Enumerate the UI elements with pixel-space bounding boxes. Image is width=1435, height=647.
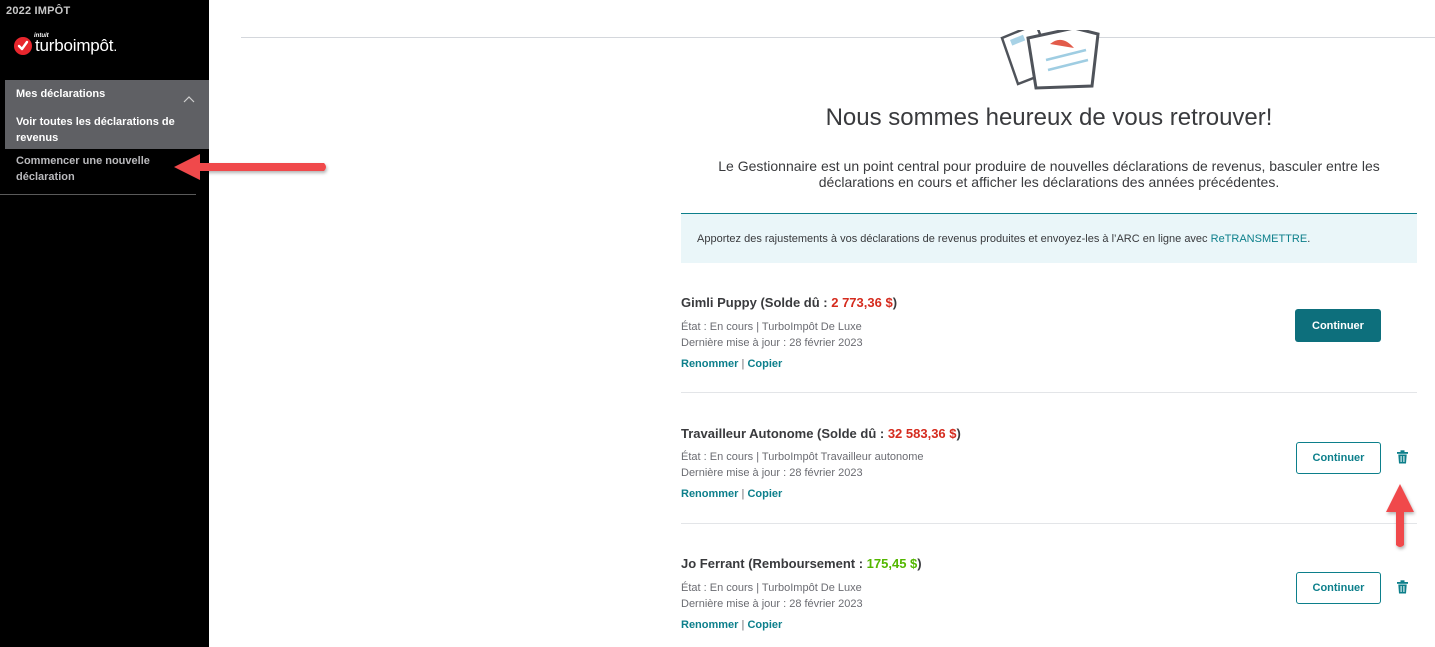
arrow-left-annotation (170, 152, 330, 191)
return-actions: Renommer | Copier (681, 488, 782, 500)
sidebar: 2022 IMPÔT intuit turboimpôt. Mes déclar… (0, 0, 209, 647)
return-balance-suffix: ) (917, 556, 922, 571)
intro-paragraph: Le Gestionnaire est un point central pou… (718, 158, 1380, 190)
trash-icon[interactable] (1396, 450, 1409, 469)
return-actions: Renommer | Copier (681, 358, 782, 370)
continue-button[interactable]: Continuer (1296, 572, 1381, 604)
return-balance-prefix: (Remboursement : (744, 556, 867, 571)
sidebar-item-commencer[interactable]: Commencer une nouvelle déclaration (16, 153, 166, 185)
retransmettre-banner: Apportez des rajustements à vos déclarat… (681, 213, 1417, 263)
continue-button[interactable]: Continuer (1296, 442, 1381, 474)
link-separator: | (741, 488, 745, 500)
arrow-up-annotation (1383, 482, 1417, 557)
link-separator: | (741, 358, 745, 370)
intuit-wordmark: intuit (34, 33, 49, 39)
copy-link[interactable]: Copier (747, 619, 782, 631)
nav-section-title[interactable]: Mes déclarations (16, 88, 105, 100)
brand-dot: . (113, 38, 118, 54)
sidebar-item-voir-toutes[interactable]: Voir toutes les déclarations de revenus (16, 114, 191, 146)
return-updated: Dernière mise à jour : 28 février 2023 (681, 337, 863, 349)
chevron-up-icon[interactable] (183, 90, 195, 108)
return-name: Travailleur Autonome (681, 426, 814, 441)
return-name: Gimli Puppy (681, 295, 757, 310)
header-rule (241, 37, 1435, 38)
tax-year-label: 2022 IMPÔT (6, 5, 71, 17)
return-name: Jo Ferrant (681, 556, 745, 571)
rename-link[interactable]: Renommer (681, 488, 738, 500)
return-title: Gimli Puppy (Solde dû : 2 773,36 $) (681, 295, 897, 310)
return-balance-prefix: (Solde dû : (756, 295, 832, 310)
brand-wordmark: turboimpôt (35, 36, 114, 55)
banner-message: Apportez des rajustements à vos déclarat… (697, 233, 1211, 245)
continue-button[interactable]: Continuer (1295, 309, 1381, 342)
return-title: Jo Ferrant (Remboursement : 175,45 $) (681, 556, 922, 571)
turboimpot-logo[interactable]: intuit turboimpôt. (14, 33, 118, 56)
sidebar-divider (0, 194, 196, 195)
retransmettre-link[interactable]: ReTRANSMETTRE (1211, 233, 1308, 245)
return-amount: 32 583,36 $ (887, 426, 957, 441)
return-updated: Dernière mise à jour : 28 février 2023 (681, 467, 863, 479)
documents-illustration (996, 22, 1106, 95)
return-status: État : En cours | TurboImpôt Travailleur… (681, 451, 924, 463)
trash-icon[interactable] (1396, 580, 1409, 599)
welcome-heading: Nous sommes heureux de vous retrouver! (825, 104, 1273, 131)
copy-link[interactable]: Copier (747, 358, 782, 370)
link-separator: | (741, 619, 745, 631)
banner-text: Apportez des rajustements à vos déclarat… (697, 233, 1310, 245)
check-logo-icon (14, 37, 32, 55)
return-title: Travailleur Autonome (Solde dû : 32 583,… (681, 426, 961, 441)
copy-link[interactable]: Copier (747, 488, 782, 500)
return-status: État : En cours | TurboImpôt De Luxe (681, 321, 862, 333)
rename-link[interactable]: Renommer (681, 358, 738, 370)
return-updated: Dernière mise à jour : 28 février 2023 (681, 598, 863, 610)
return-actions: Renommer | Copier (681, 619, 782, 631)
return-status: État : En cours | TurboImpôt De Luxe (681, 582, 862, 594)
return-divider (681, 523, 1417, 524)
return-balance-suffix: ) (956, 426, 961, 441)
return-balance-prefix: (Solde dû : (813, 426, 888, 441)
return-amount: 175,45 $ (866, 556, 918, 571)
return-divider (681, 392, 1417, 393)
return-amount: 2 773,36 $ (831, 295, 893, 310)
rename-link[interactable]: Renommer (681, 619, 738, 631)
banner-end: . (1307, 233, 1311, 245)
return-balance-suffix: ) (892, 295, 898, 310)
nav-section-mes-declarations: Mes déclarations Voir toutes les déclara… (5, 80, 209, 149)
